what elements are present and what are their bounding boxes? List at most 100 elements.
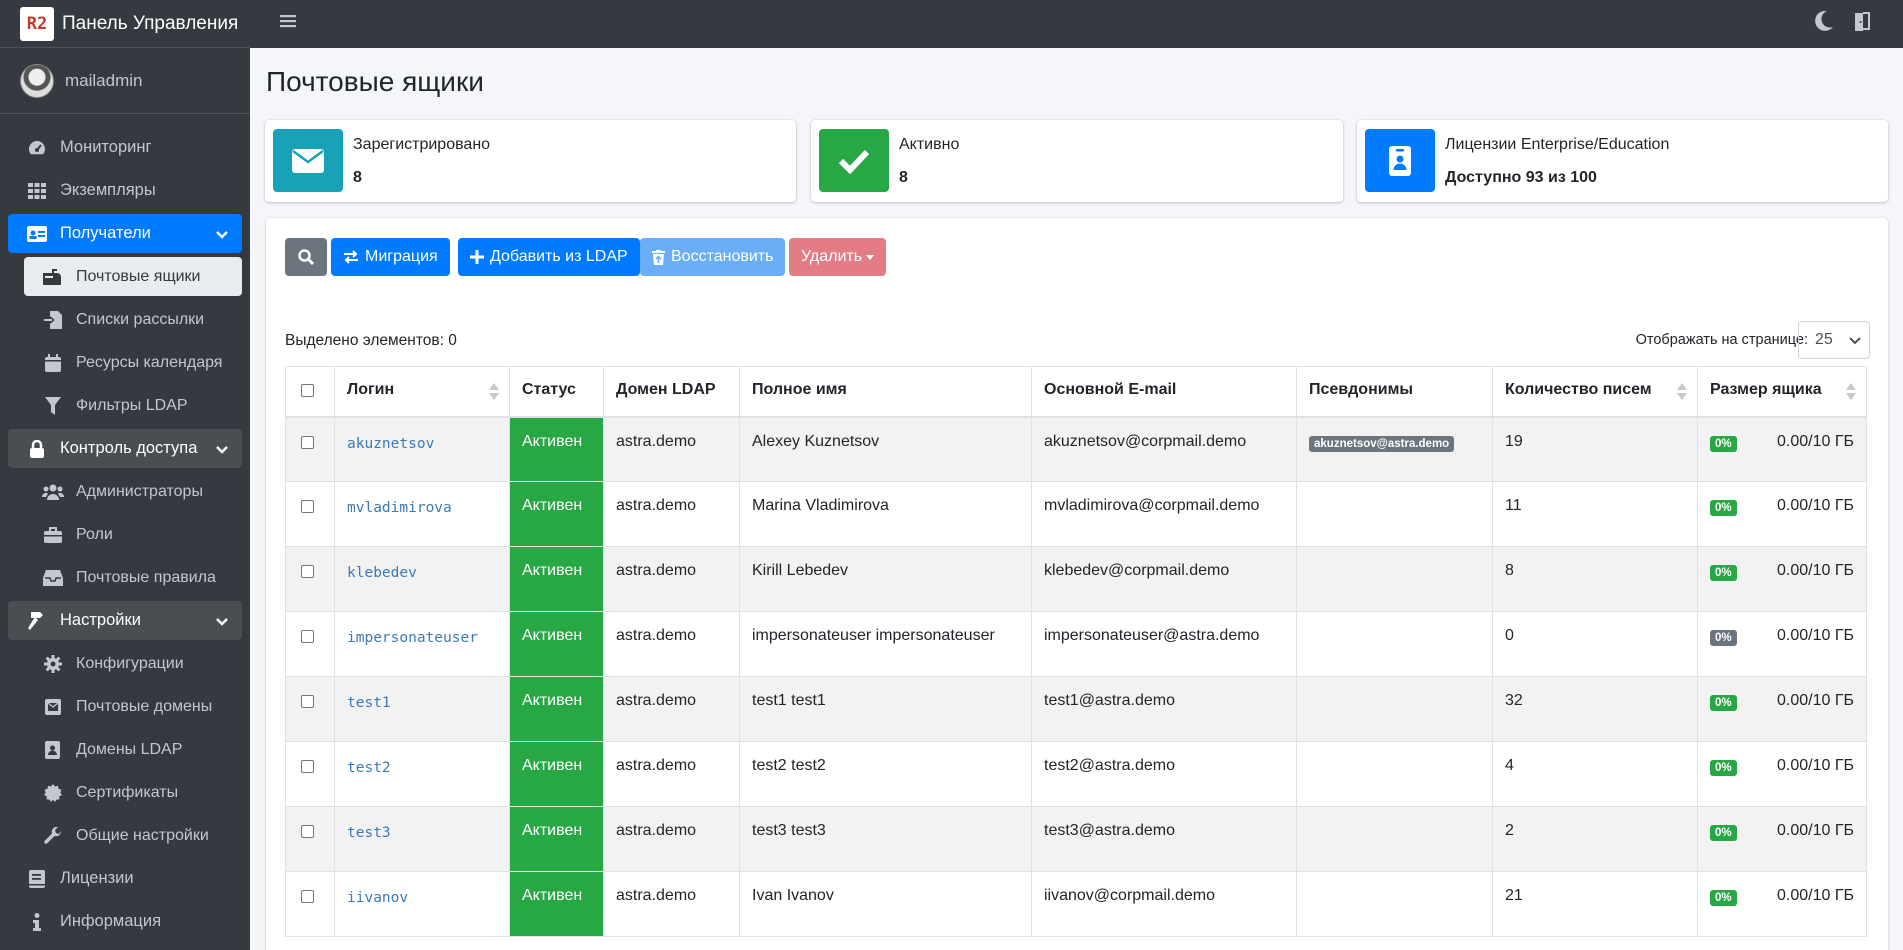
migration-button[interactable]: Миграция [331, 238, 450, 276]
info-box-value: Доступно 93 из 100 [1445, 169, 1597, 186]
alias-cell [1296, 871, 1493, 937]
mailboxes-table: Логин Статус Домен LDAP Полное имя Основ… [285, 366, 1867, 937]
sidebar-item-general-settings[interactable]: Общие настройки [24, 816, 242, 855]
ldap-domain-cell: astra.demo [603, 741, 740, 807]
search-button[interactable] [285, 238, 327, 276]
login-link[interactable]: test2 [347, 760, 391, 776]
alias-badge: akuznetsov@astra.demo [1309, 435, 1455, 452]
search-icon [298, 249, 314, 265]
column-header-ldap-domain: Домен LDAP [603, 366, 740, 418]
column-header-mailbox-size[interactable]: Размер ящика [1697, 366, 1867, 418]
row-checkbox[interactable] [301, 630, 314, 643]
chevron-down-icon [1849, 333, 1861, 351]
avatar [20, 63, 54, 98]
delete-label: Удалить [801, 248, 863, 265]
exchange-icon [343, 250, 359, 264]
sidebar-item-settings[interactable]: Настройки [8, 601, 242, 640]
login-link[interactable]: test3 [347, 825, 391, 841]
book-icon [26, 869, 48, 889]
sidebar-item-roles[interactable]: Роли [24, 515, 242, 554]
delete-dropdown-button[interactable]: Удалить [789, 238, 887, 276]
sidebar-item-mailboxes[interactable]: Почтовые ящики [24, 257, 242, 296]
sidebar-item-calendar-resources[interactable]: Ресурсы календаря [24, 343, 242, 382]
sidebar-item-monitoring[interactable]: Мониторинг [8, 128, 242, 167]
email-cell: mvladimirova@corpmail.demo [1031, 481, 1297, 547]
mailbox-size-text: 0.00/10 ГБ [1777, 822, 1854, 839]
per-page-select[interactable]: 25 [1798, 321, 1870, 359]
email-cell: test1@astra.demo [1031, 676, 1297, 742]
sidebar-item-label: Ресурсы календаря [76, 353, 223, 371]
sidebar-item-mail-rules[interactable]: Почтовые правила [24, 558, 242, 597]
hamburger-menu-icon[interactable] [280, 13, 296, 34]
login-link[interactable]: iivanov [347, 890, 408, 906]
alias-cell [1296, 806, 1493, 872]
usage-percent-badge: 0% [1710, 695, 1737, 711]
logout-icon[interactable] [1853, 11, 1873, 36]
column-header-login[interactable]: Логин [334, 366, 510, 418]
row-checkbox[interactable] [301, 500, 314, 513]
sidebar-item-licenses[interactable]: Лицензии [8, 859, 242, 898]
ldap-domain-cell: astra.demo [603, 416, 740, 482]
sidebar-item-label: Лицензии [60, 869, 134, 887]
sidebar-item-instances[interactable]: Экземпляры [8, 171, 242, 210]
login-link[interactable]: akuznetsov [347, 436, 434, 452]
brand-logo: R2 [20, 6, 54, 41]
sidebar-item-certificates[interactable]: Сертификаты [24, 773, 242, 812]
sidebar-item-access-control[interactable]: Контроль доступа [8, 429, 242, 468]
add-from-ldap-button[interactable]: Добавить из LDAP [458, 238, 640, 276]
table-row: akuznetsov Активен astra.demo Alexey Kuz… [285, 416, 1867, 482]
select-all-checkbox[interactable] [301, 384, 314, 397]
ldap-domain-cell: astra.demo [603, 481, 740, 547]
login-link[interactable]: klebedev [347, 565, 417, 581]
per-page-label: Отображать на странице: [1635, 332, 1808, 348]
row-checkbox[interactable] [301, 695, 314, 708]
column-header-message-count[interactable]: Количество писем [1492, 366, 1698, 418]
alias-cell [1296, 741, 1493, 807]
usage-percent-badge: 0% [1710, 630, 1737, 646]
sidebar-item-mail-domains[interactable]: Почтовые домены [24, 687, 242, 726]
row-checkbox[interactable] [301, 565, 314, 578]
moon-icon[interactable] [1815, 10, 1833, 36]
row-checkbox[interactable] [301, 825, 314, 838]
chevron-down-icon [216, 613, 228, 632]
brand-link[interactable]: R2 Панель Управления [0, 0, 250, 48]
sidebar-item-info[interactable]: Информация [8, 902, 242, 941]
user-panel[interactable]: mailadmin [0, 48, 250, 114]
sidebar-item-recipients[interactable]: Получатели [8, 214, 242, 253]
column-header-full-name: Полное имя [739, 366, 1032, 418]
gauge-icon [26, 138, 48, 158]
sidebar-item-ldap-filters[interactable]: Фильтры LDAP [24, 386, 242, 425]
email-cell: akuznetsov@corpmail.demo [1031, 416, 1297, 482]
check-icon [819, 129, 889, 192]
row-checkbox[interactable] [301, 435, 314, 449]
login-link[interactable]: mvladimirova [347, 500, 452, 516]
address-book-icon [42, 740, 64, 760]
full-name-cell: test1 test1 [739, 676, 1032, 742]
sidebar-item-label: Почтовые домены [76, 697, 213, 715]
info-box-value: 8 [899, 169, 908, 186]
restore-button[interactable]: Восстановить [640, 238, 786, 276]
full-name-cell: test2 test2 [739, 741, 1032, 807]
sidebar-item-mailing-lists[interactable]: Списки рассылки [24, 300, 242, 339]
usage-percent-badge: 0% [1710, 435, 1737, 452]
page-title: Почтовые ящики [266, 66, 484, 97]
row-checkbox[interactable] [301, 760, 314, 773]
lock-icon [26, 439, 48, 459]
sidebar-item-label: Настройки [60, 611, 141, 629]
add-from-ldap-label: Добавить из LDAP [490, 248, 628, 265]
row-checkbox[interactable] [301, 890, 314, 903]
sidebar-item-administrators[interactable]: Администраторы [24, 472, 242, 511]
sidebar-item-label: Списки рассылки [76, 310, 205, 328]
login-link[interactable]: impersonateuser [347, 630, 478, 646]
id-card-icon [26, 224, 48, 244]
hammer-icon [26, 611, 48, 631]
mailbox-size-text: 0.00/10 ГБ [1777, 887, 1854, 904]
alias-cell [1296, 611, 1493, 677]
login-link[interactable]: test1 [347, 695, 391, 711]
mailbox-size-text: 0.00/10 ГБ [1777, 562, 1854, 579]
sidebar-item-ldap-domains[interactable]: Домены LDAP [24, 730, 242, 769]
message-count-cell: 21 [1492, 871, 1698, 937]
sidebar-item-configurations[interactable]: Конфигурации [24, 644, 242, 683]
email-cell: klebedev@corpmail.demo [1031, 546, 1297, 612]
info-box-registered: Зарегистрировано 8 [265, 120, 796, 202]
